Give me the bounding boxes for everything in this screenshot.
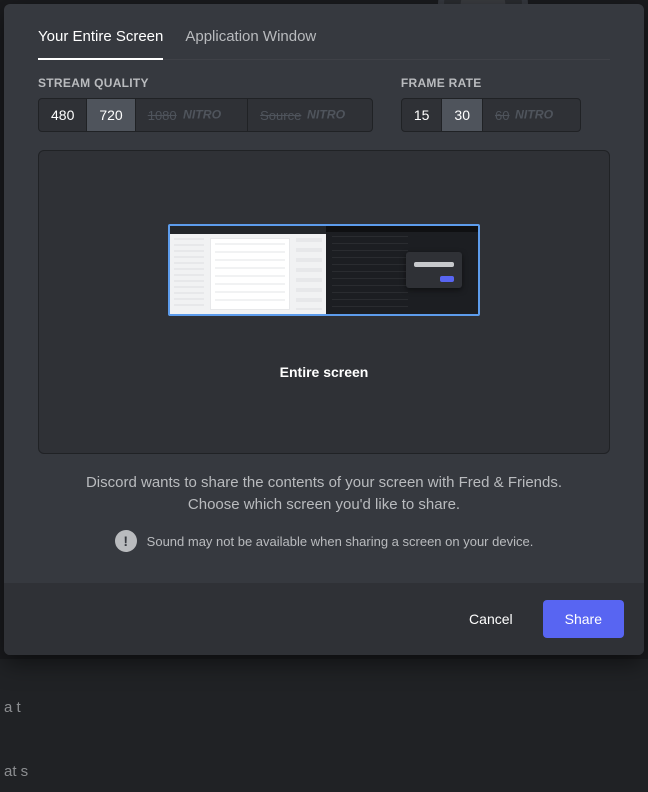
frame-rate-segmented: 15 30 60 NITRO [401,98,581,132]
framerate-60-label: 60 [495,108,509,123]
svg-text:NITRO: NITRO [183,107,222,121]
screen-share-modal: Your Entire Screen Application Window ST… [4,4,644,655]
share-description: Discord wants to share the contents of y… [38,472,610,516]
warning-icon: ! [115,530,137,552]
quality-source-label: Source [260,108,301,123]
modal-footer: Cancel Share [4,583,644,655]
framerate-30-button[interactable]: 30 [441,99,482,131]
framerate-15-button[interactable]: 15 [402,99,442,131]
tab-entire-screen[interactable]: Your Entire Screen [38,24,163,59]
framerate-60-locked: 60 NITRO [482,99,580,131]
share-button[interactable]: Share [543,600,624,638]
source-tabs: Your Entire Screen Application Window [38,24,610,60]
stream-quality-label: STREAM QUALITY [38,76,373,90]
frame-rate-label: FRAME RATE [401,76,581,90]
thumbnail-left-window [170,226,326,314]
sound-warning: ! Sound may not be available when sharin… [38,530,610,552]
nitro-badge-icon: NITRO [183,107,236,124]
quality-source-locked: Source NITRO [247,99,372,131]
nitro-badge-icon: NITRO [307,107,360,124]
quality-1080-locked: 1080 NITRO [135,99,247,131]
screen-preview-area: Entire screen [38,150,610,454]
svg-text:NITRO: NITRO [515,107,554,121]
quality-720-button[interactable]: 720 [86,99,134,131]
thumbnail-right-window [326,226,478,314]
quality-480-button[interactable]: 480 [39,99,86,131]
sound-warning-text: Sound may not be available when sharing … [147,534,534,549]
tab-application-window[interactable]: Application Window [185,24,316,59]
nitro-badge-icon: NITRO [515,107,568,124]
screen-thumbnail-label: Entire screen [280,364,369,380]
stream-quality-segmented: 480 720 1080 NITRO Source NITRO [38,98,373,132]
share-description-line2: Choose which screen you'd like to share. [38,494,610,516]
svg-text:NITRO: NITRO [307,107,346,121]
quality-1080-label: 1080 [148,108,177,123]
screen-thumbnail[interactable] [168,224,480,316]
share-description-line1: Discord wants to share the contents of y… [38,472,610,494]
stream-quality-group: STREAM QUALITY 480 720 1080 NITRO Source… [38,76,373,132]
cancel-button[interactable]: Cancel [447,600,535,638]
frame-rate-group: FRAME RATE 15 30 60 NITRO [401,76,581,132]
